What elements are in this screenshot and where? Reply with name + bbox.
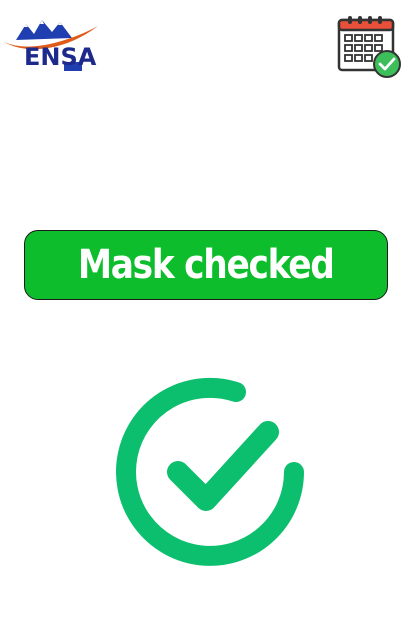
logo-text: ENSA — [24, 43, 97, 71]
status-banner: Mask checked — [24, 230, 388, 300]
calendar-check-icon — [337, 16, 401, 78]
result-check — [108, 376, 308, 576]
calendar-button[interactable] — [336, 14, 404, 80]
status-label: Mask checked — [78, 242, 335, 288]
ensa-logo: ENSA — [2, 12, 102, 78]
circle-check-icon — [116, 377, 304, 566]
